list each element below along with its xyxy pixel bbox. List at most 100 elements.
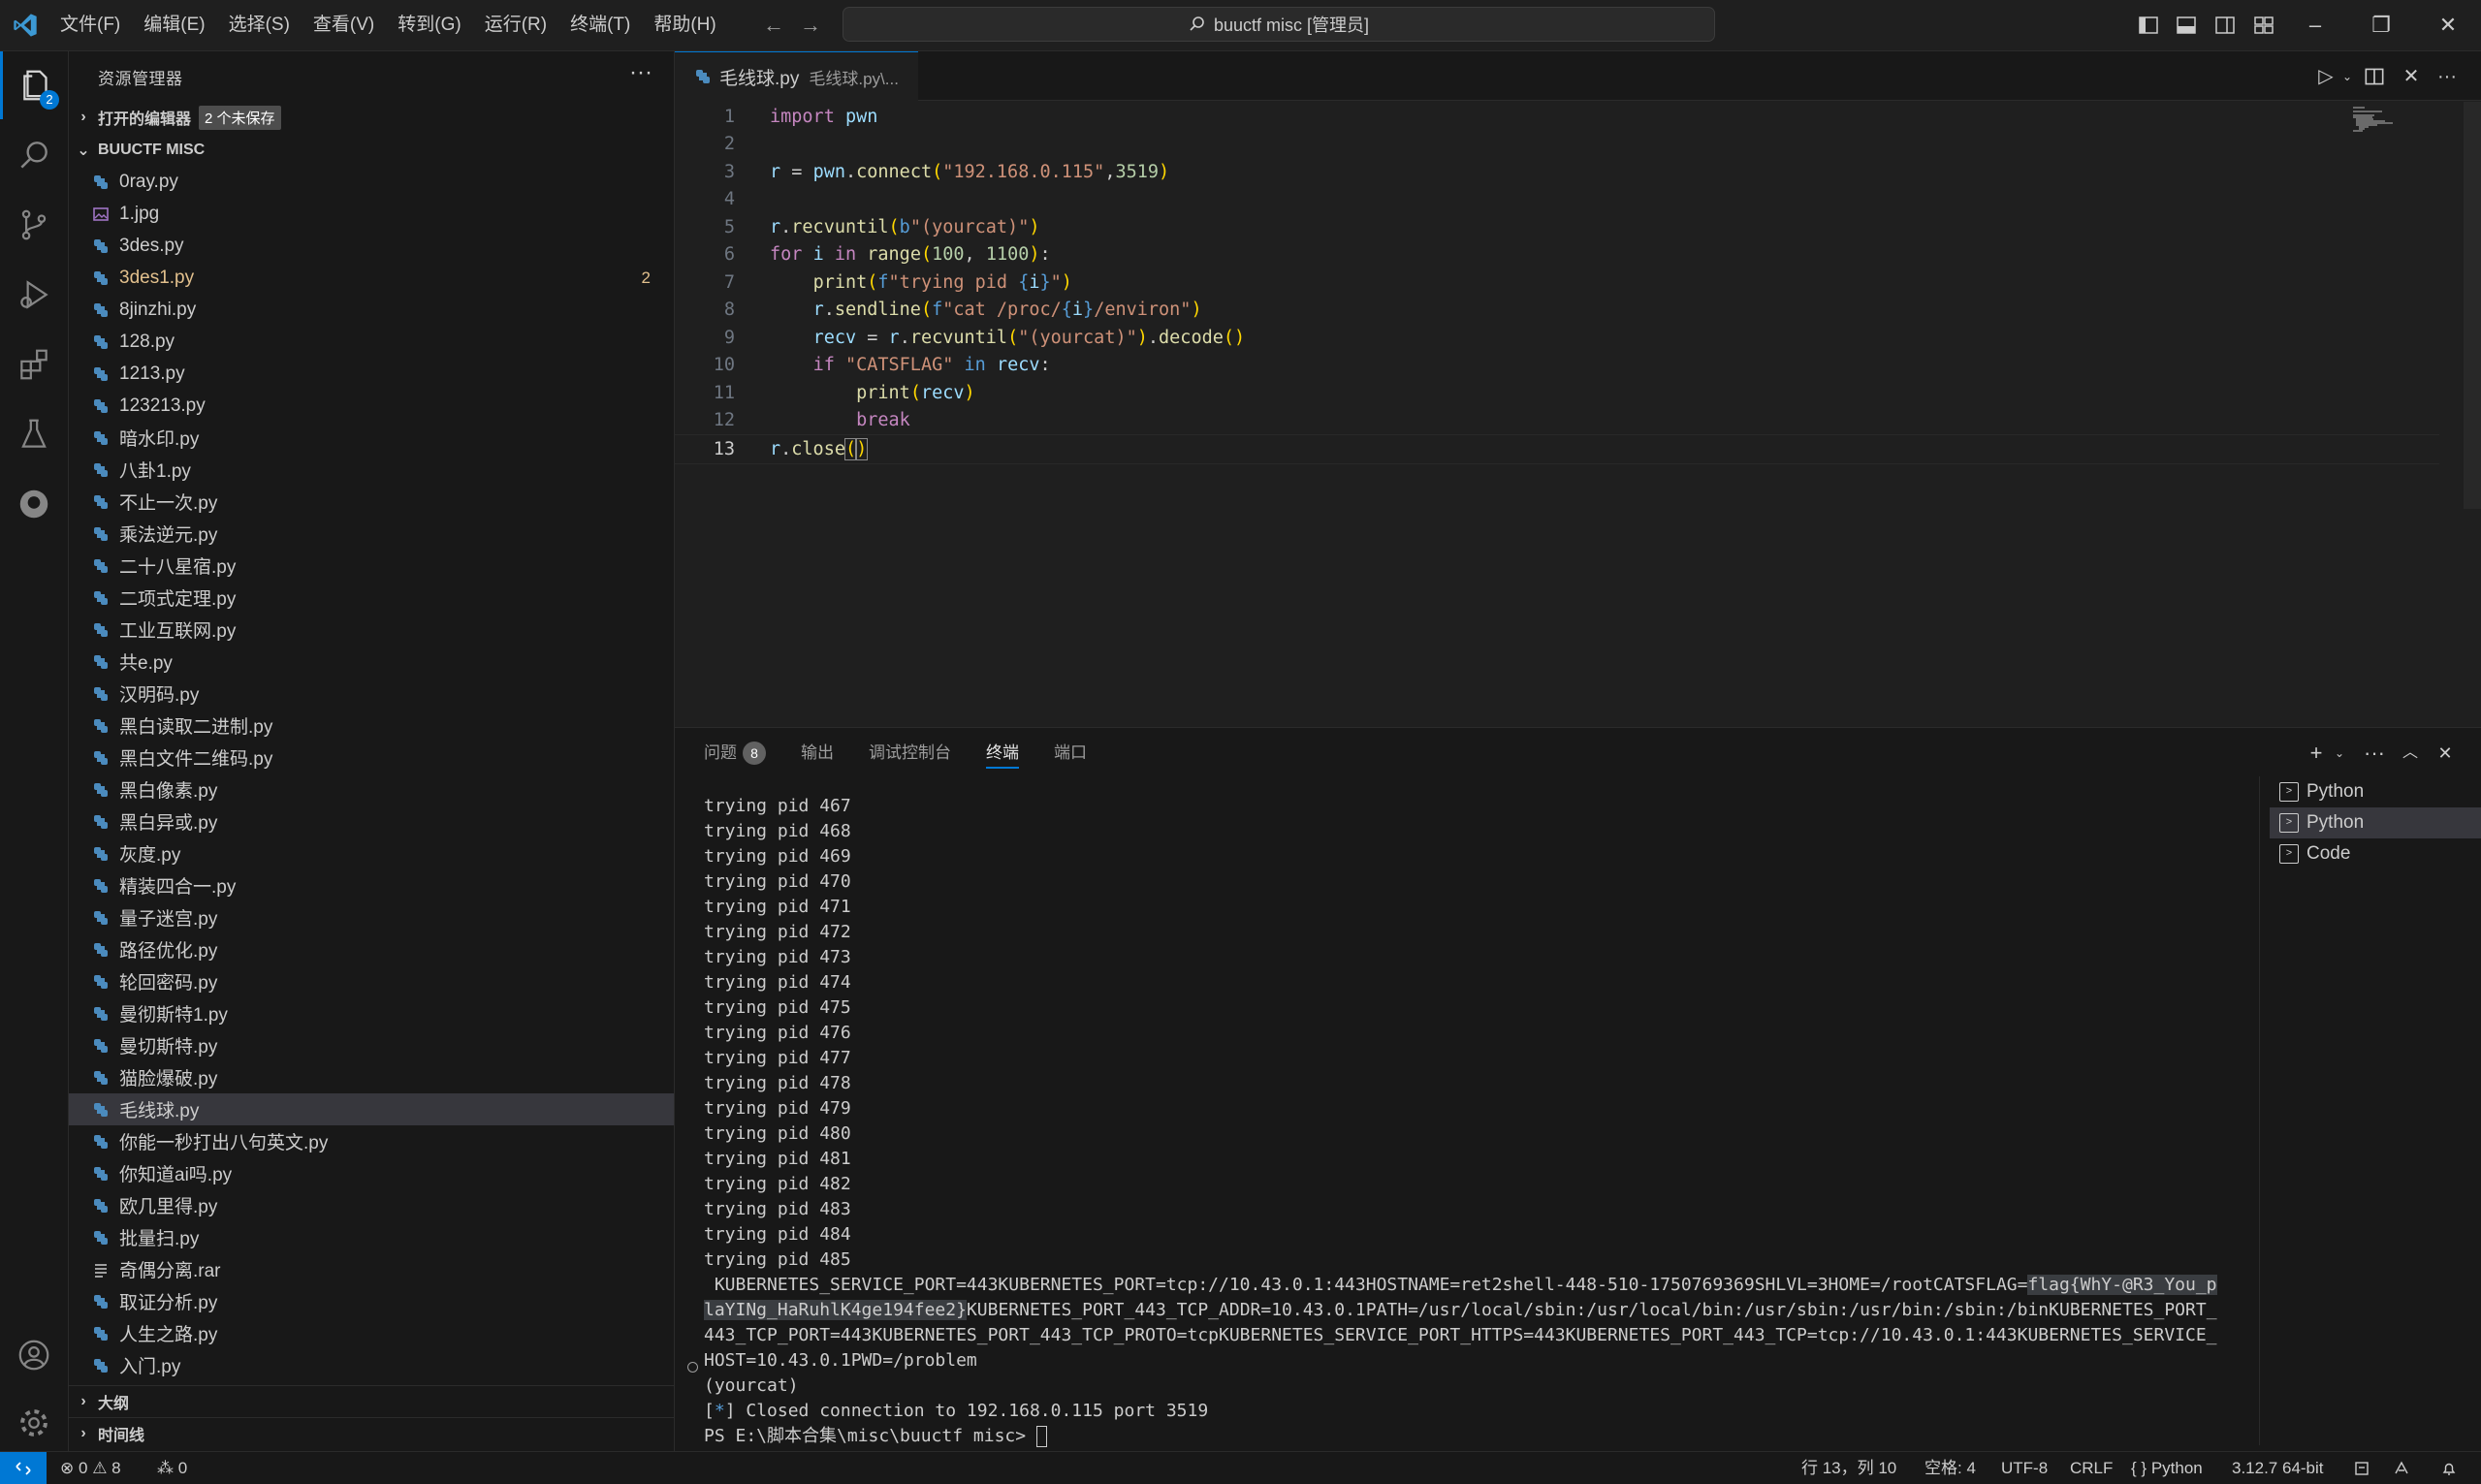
maximize-panel-icon[interactable]: ︿ — [2398, 741, 2423, 766]
file-item[interactable]: 二项式定理.py — [69, 582, 674, 614]
file-item[interactable]: 奇偶分离.rar — [69, 1253, 674, 1285]
file-item[interactable]: 128.py — [69, 326, 674, 358]
file-item[interactable]: 轮回密码.py — [69, 965, 674, 997]
file-item[interactable]: 8jinzhi.py — [69, 294, 674, 326]
file-item[interactable]: 不止一次.py — [69, 486, 674, 518]
file-item[interactable]: 黑白读取二进制.py — [69, 710, 674, 742]
file-item[interactable]: 1213.py — [69, 358, 674, 390]
menu-file[interactable]: 文件(F) — [48, 0, 132, 50]
folder-section[interactable]: ⌄ BUUCTF MISC — [69, 135, 674, 166]
menu-view[interactable]: 查看(V) — [302, 0, 386, 50]
timeline-section[interactable]: › 时间线 — [69, 1417, 674, 1449]
close-window-icon[interactable]: ✕ — [2429, 10, 2467, 41]
menu-go[interactable]: 转到(G) — [386, 0, 472, 50]
more-actions-icon[interactable]: ··· — [2362, 741, 2387, 766]
ports-status[interactable]: ⁂ 0 — [157, 1452, 187, 1484]
language-status[interactable]: { } Python — [2131, 1452, 2203, 1484]
file-item[interactable]: 曼切斯特.py — [69, 1029, 674, 1061]
testing-activity[interactable] — [0, 400, 68, 468]
tab-terminal[interactable]: 终端 — [986, 728, 1019, 778]
tab-output[interactable]: 输出 — [801, 728, 834, 778]
terminal-instance-python-2[interactable]: > Python — [2270, 807, 2481, 838]
file-item[interactable]: 黑白文件二维码.py — [69, 742, 674, 774]
file-item[interactable]: 入门.py — [69, 1349, 674, 1381]
terminal-divider[interactable] — [2259, 776, 2260, 1445]
remote-indicator[interactable] — [0, 1452, 47, 1484]
restore-icon[interactable]: ❐ — [2362, 10, 2401, 41]
tab-debug-console[interactable]: 调试控制台 — [869, 728, 951, 778]
command-decoration-icon[interactable] — [687, 1362, 698, 1373]
toggle-primary-sidebar-icon[interactable] — [2137, 14, 2160, 37]
forward-arrow-icon[interactable]: → — [799, 14, 822, 37]
extensions-activity[interactable] — [0, 331, 68, 398]
file-item[interactable]: 乘法逆元.py — [69, 518, 674, 550]
explorer-activity[interactable]: 2 — [0, 51, 71, 119]
file-item[interactable]: 八卦1.py — [69, 454, 674, 486]
file-item[interactable]: 你能一秒打出八句英文.py — [69, 1125, 674, 1157]
file-item[interactable]: 欧几里得.py — [69, 1189, 674, 1221]
more-actions-icon[interactable]: ··· — [2434, 64, 2460, 89]
split-editor-icon[interactable] — [2362, 64, 2387, 89]
file-item[interactable]: 暗水印.py — [69, 422, 674, 454]
file-item[interactable]: 123213.py — [69, 390, 674, 422]
menu-help[interactable]: 帮助(H) — [642, 0, 727, 50]
command-center-search[interactable]: buuctf misc [管理员] — [843, 7, 1715, 42]
file-item[interactable]: 3des.py — [69, 230, 674, 262]
file-item[interactable]: 共e.py — [69, 646, 674, 678]
tab-problems[interactable]: 问题 8 — [704, 728, 766, 778]
file-item[interactable]: 取证分析.py — [69, 1285, 674, 1317]
file-item[interactable]: 路径优化.py — [69, 933, 674, 965]
open-editors-section[interactable]: › 打开的编辑器 2 个未保存 — [69, 102, 674, 133]
file-item[interactable]: 工业互联网.py — [69, 614, 674, 646]
terminal-instance-python-1[interactable]: > Python — [2270, 776, 2481, 807]
file-item[interactable]: 你知道ai吗.py — [69, 1157, 674, 1189]
file-item[interactable]: 人生之路.py — [69, 1317, 674, 1349]
problems-status[interactable]: ⊗ 0 ⚠ 8 — [60, 1452, 121, 1484]
outline-section[interactable]: › 大纲 — [69, 1385, 674, 1417]
bell-icon[interactable] — [2440, 1460, 2458, 1477]
file-item[interactable]: 1.jpg — [69, 198, 674, 230]
toggle-panel-icon[interactable] — [2175, 14, 2198, 37]
run-dropdown-chevron-icon[interactable]: ⌄ — [2335, 64, 2360, 89]
terminal-dropdown-chevron-icon[interactable]: ⌄ — [2327, 741, 2352, 766]
file-item[interactable]: 精装四合一.py — [69, 869, 674, 901]
toggle-secondary-sidebar-icon[interactable] — [2213, 14, 2237, 37]
file-item[interactable]: 0ray.py — [69, 166, 674, 198]
minimap[interactable] — [2353, 105, 2440, 143]
file-item[interactable]: 黑白像素.py — [69, 774, 674, 805]
close-tab-icon[interactable]: ✕ — [2399, 64, 2424, 89]
close-panel-icon[interactable]: ✕ — [2433, 741, 2458, 766]
file-item[interactable]: 批量扫.py — [69, 1221, 674, 1253]
manage-activity[interactable] — [0, 1389, 68, 1457]
file-item[interactable]: 猫脸爆破.py — [69, 1061, 674, 1093]
editor-tab[interactable]: 毛线球.py 毛线球.py\... — [675, 51, 918, 101]
menu-selection[interactable]: 选择(S) — [217, 0, 302, 50]
cursor-position[interactable]: 行 13，列 10 — [1801, 1452, 1896, 1484]
file-item[interactable]: 3des1.py 2 — [69, 262, 674, 294]
file-item[interactable]: 汉明码.py — [69, 678, 674, 710]
file-item[interactable]: 灰度.py — [69, 837, 674, 869]
file-item[interactable]: 黑白异或.py — [69, 805, 674, 837]
accounts-activity[interactable] — [0, 1321, 68, 1389]
tab-ports[interactable]: 端口 — [1054, 728, 1087, 778]
run-debug-activity[interactable] — [0, 261, 68, 329]
file-item[interactable]: 二十八星宿.py — [69, 550, 674, 582]
copilot-status-icon[interactable] — [2353, 1460, 2370, 1477]
file-item[interactable]: 毛线球.py — [69, 1093, 674, 1125]
file-item[interactable]: 曼彻斯特1.py — [69, 997, 674, 1029]
indentation-status[interactable]: 空格: 4 — [1924, 1452, 1976, 1484]
encoding-status[interactable]: UTF-8 — [2001, 1452, 2048, 1484]
interpreter-status[interactable]: 3.12.7 64-bit — [2232, 1452, 2324, 1484]
remote-activity[interactable] — [0, 470, 68, 538]
customize-layout-icon[interactable] — [2252, 14, 2275, 37]
eol-status[interactable]: CRLF — [2070, 1452, 2113, 1484]
terminal-instance-code[interactable]: > Code — [2270, 838, 2481, 869]
terminal-output[interactable]: trying pid 467 trying pid 468 trying pid 4… — [704, 794, 2245, 1449]
menu-run[interactable]: 运行(R) — [473, 0, 558, 50]
file-item[interactable]: 量子迷宫.py — [69, 901, 674, 933]
menu-terminal[interactable]: 终端(T) — [558, 0, 642, 50]
new-terminal-icon[interactable]: + — [2304, 741, 2329, 766]
menu-edit[interactable]: 编辑(E) — [132, 0, 216, 50]
more-actions-icon[interactable]: ··· — [629, 59, 652, 86]
code-view[interactable]: 1 import pwn 2 3r = pwn.connect("192.168.… — [675, 103, 2439, 464]
